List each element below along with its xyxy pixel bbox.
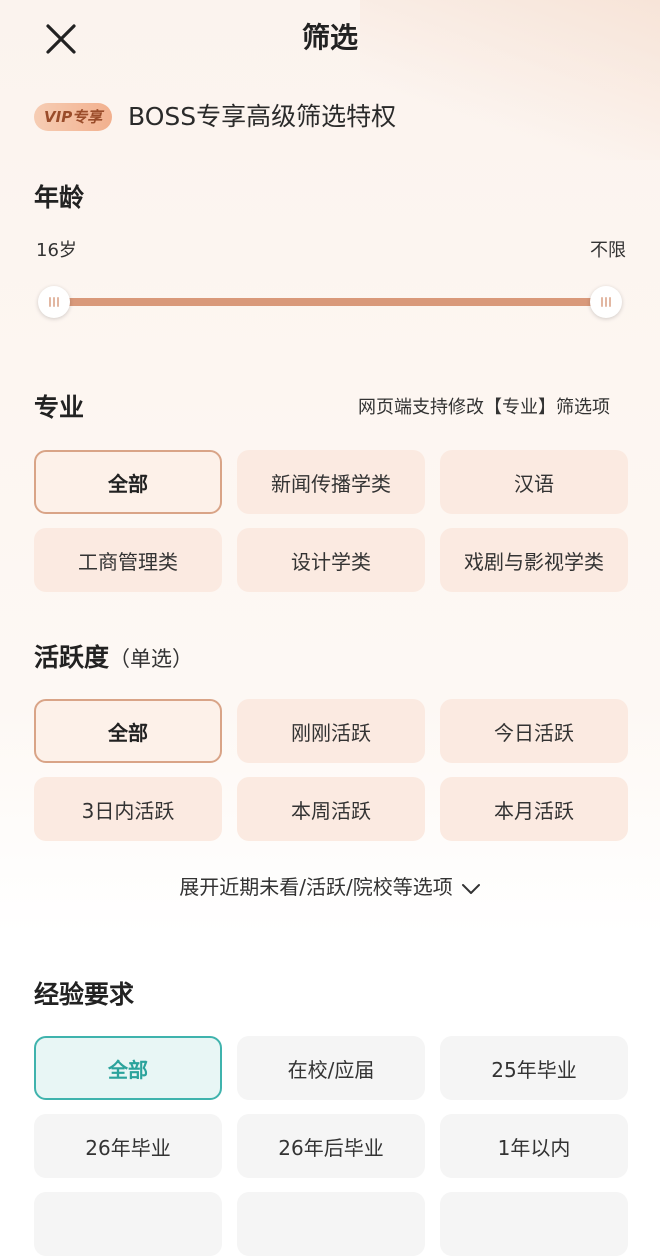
age-min-label: 16岁: [36, 240, 77, 261]
activity-option[interactable]: 刚刚活跃: [237, 699, 425, 763]
major-option-all[interactable]: 全部: [34, 450, 222, 514]
grip-line: [605, 297, 607, 307]
major-option[interactable]: 汉语: [440, 450, 628, 514]
experience-section-title: 经验要求: [34, 980, 135, 1009]
vip-privilege-title: BOSS专享高级筛选特权: [128, 102, 397, 131]
experience-option[interactable]: 26年后毕业: [237, 1114, 425, 1178]
age-section-title: 年龄: [34, 183, 85, 212]
age-slider-track[interactable]: [54, 298, 606, 306]
experience-option-next-row[interactable]: [34, 1192, 222, 1256]
expand-label: 展开近期未看/活跃/院校等选项: [179, 875, 453, 899]
major-section-title: 专业: [34, 393, 85, 422]
activity-option[interactable]: 本周活跃: [237, 777, 425, 841]
age-slider-max-thumb[interactable]: [590, 286, 622, 318]
experience-option[interactable]: 1年以内: [440, 1114, 628, 1178]
activity-option[interactable]: 今日活跃: [440, 699, 628, 763]
experience-option-all[interactable]: 全部: [34, 1036, 222, 1100]
major-web-hint: 网页端支持修改【专业】筛选项: [358, 397, 610, 418]
grip-line: [49, 297, 51, 307]
major-option[interactable]: 工商管理类: [34, 528, 222, 592]
grip-line: [601, 297, 603, 307]
activity-single-select-note: （单选）: [109, 647, 194, 671]
chevron-down-icon: [461, 883, 480, 894]
major-option[interactable]: 戏剧与影视学类: [440, 528, 628, 592]
grip-line: [609, 297, 611, 307]
experience-option-next-row[interactable]: [440, 1192, 628, 1256]
activity-option[interactable]: 3日内活跃: [34, 777, 222, 841]
experience-option-next-row[interactable]: [237, 1192, 425, 1256]
activity-title-text: 活跃度: [34, 643, 110, 672]
expand-more-options-link[interactable]: 展开近期未看/活跃/院校等选项: [0, 872, 660, 902]
page-title: 筛选: [301, 21, 358, 54]
major-option[interactable]: 新闻传播学类: [237, 450, 425, 514]
age-max-label: 不限: [590, 240, 626, 261]
major-option[interactable]: 设计学类: [237, 528, 425, 592]
experience-option[interactable]: 26年毕业: [34, 1114, 222, 1178]
vip-badge: VIP专享: [34, 103, 113, 131]
activity-option[interactable]: 本月活跃: [440, 777, 628, 841]
activity-section-title: 活跃度（单选）: [34, 640, 193, 677]
grip-line: [53, 297, 55, 307]
experience-option[interactable]: 在校/应届: [237, 1036, 425, 1100]
grip-line: [57, 297, 59, 307]
age-slider-min-thumb[interactable]: [38, 286, 70, 318]
experience-option[interactable]: 25年毕业: [440, 1036, 628, 1100]
activity-option-all[interactable]: 全部: [34, 699, 222, 763]
